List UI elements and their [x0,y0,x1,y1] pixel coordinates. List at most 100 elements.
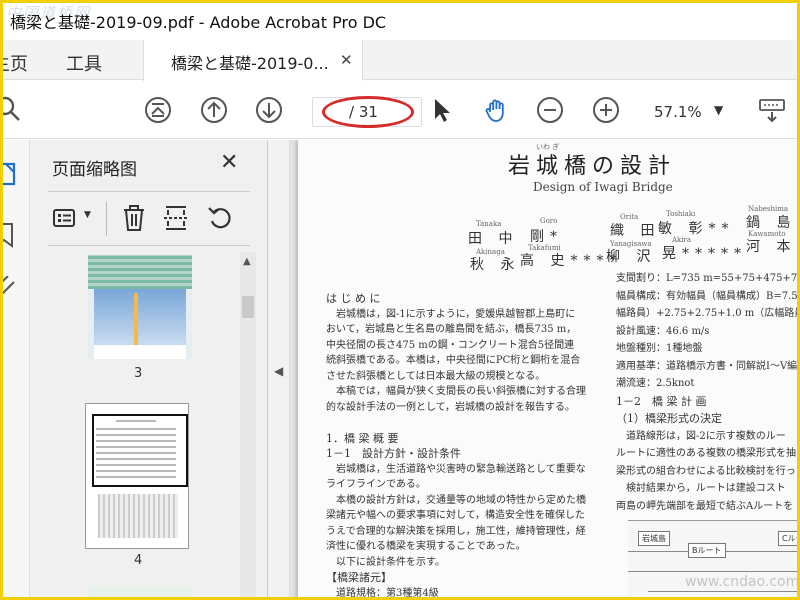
body-text-line: 以下に設計条件を示す。 [326,556,445,568]
page-thumbnails-icon[interactable] [0,162,22,186]
rotate-icon[interactable] [206,204,234,232]
author-romaji: Tanaka [476,220,502,228]
body-text-line: 道路線形は，図-2に示す複数のルー [616,430,786,442]
zoom-out-button[interactable] [535,95,565,125]
figure-label: Bルート [688,543,726,558]
search-icon[interactable] [0,95,24,125]
body-text-line: 続斜張橋である。本橋は，中央径間にPC桁と鋼桁を混合 [326,355,581,366]
chevron-down-icon: ▼ [714,103,724,117]
author-name: 鍋 島 [746,215,797,231]
body-text-line: 幅路員）+2.75+2.75+1.0 m（広幅路員 [616,308,800,319]
options-menu-icon[interactable] [52,204,80,232]
body-text-line: 梁形式の組合わせによる比較検討を行っ [616,465,796,477]
page-thumbnail-3[interactable] [88,255,192,359]
tab-bar: 主页 工具 [0,40,800,80]
body-text-line: 道路規格：第3種第4級 [326,587,439,599]
tab-tools[interactable]: 工具 [66,50,102,76]
body-text-line: 検討結果から，ルートは建設コスト [616,483,786,494]
thumbnail-panel: 页面缩略图 ✕ ▼ 3 4 ▲ [30,140,268,600]
body-text-line: 地盤種別：1種地盤 [616,343,703,354]
next-page-button[interactable] [254,95,284,125]
body-text-line: 本稿では，幅員が狭く支間長の長い斜張橋に対する合理 [326,386,586,397]
site-watermark: www.cndao.com [685,574,800,590]
body-text-line: 1－2 橋 梁 計 画 [616,394,707,408]
tab-document-label: 橋梁と基礎-2019-0... [171,54,329,73]
figure-label: Cルート [778,531,800,546]
close-tab-icon[interactable]: ✕ [340,51,353,69]
document-title: 岩城橋の設計 [508,154,677,179]
page-number-label: 4 [134,553,143,568]
page-thumbnail-4[interactable] [85,403,189,549]
toolbar-divider [106,202,107,236]
body-text-line: 設計風速：46.6 m/s [616,325,710,337]
zoom-select[interactable]: 57.1% ▼ [644,97,732,127]
page-number-label: 3 [134,366,143,381]
navigation-rail [0,140,30,600]
figure-label: 岩城島 [638,531,670,546]
scroll-up-icon[interactable]: ▲ [243,256,251,267]
chevron-down-icon: ▼ [84,210,91,220]
body-text-line: 適用基準：道路橋示方書・同解説Ⅰ～Ⅴ編 [616,360,798,372]
body-text-line: 的な設計手法の一例として，岩城橋の設計を報告する。 [326,401,575,413]
author-name: 織 田 [610,223,661,239]
delete-page-icon[interactable] [120,204,148,232]
thumbnail-image [94,289,186,345]
crop-page-icon[interactable] [162,204,190,232]
body-text-line: 【橋梁諸元】 [326,571,392,584]
pdf-page: いわ ぎ 岩城橋の設計 Design of Iwagi Bridge Tanak… [298,140,800,600]
body-text-line: させた斜張橋としては日本最大級の規模となる。 [326,370,546,382]
body-text-line: 岩城橋は，図-1に示すように，愛媛県越智郡上島町に [326,308,576,320]
tab-home[interactable]: 主页 [0,50,28,76]
scrollbar-thumb[interactable] [242,296,254,318]
tab-document[interactable]: 橋梁と基礎-2019-0... ✕ [143,40,363,81]
first-page-button[interactable] [143,95,173,125]
author-name: 秋 永 [470,257,521,273]
page-thumbnail-5[interactable] [88,586,192,600]
zoom-value: 57.1% [654,103,702,121]
annotation-ellipse [322,96,414,128]
body-text-line: 潮流速：2.5knot [616,378,695,389]
title-bar: 中国道桥网 橋梁と基礎-2019-09.pdf - Adobe Acrobat … [0,0,800,40]
body-text-line: 両島の岬先端部を最短で結ぶAルートを [616,500,794,512]
body-text-line: ライフラインである。 [326,479,426,490]
bookmark-icon[interactable] [0,222,22,248]
thumbnail-image [134,293,138,345]
thumbnail-image [90,408,188,544]
attachment-icon[interactable] [0,276,22,302]
author-name: 敏 彰** [658,221,735,237]
body-text-line: うえで合理的な解決策を採用し，施工性，維持管理性，経 [326,525,586,537]
author-romaji: Toshiaki [666,210,696,218]
document-subtitle: Design of Iwagi Bridge [533,180,673,194]
body-text-line: 1．橋 梁 概 要 [326,431,399,445]
body-text-line: ルートに適性のある複数の橋梁形式を抽 [616,448,796,459]
body-text-line: 幅員構成：有効幅員（幅員構成）B=7.5 m [616,290,800,302]
hand-tool-icon[interactable] [482,95,512,125]
author-name: 河 本 [746,239,797,255]
previous-page-button[interactable] [199,95,229,125]
thumbnail-toolbar: ▼ [48,191,250,246]
select-cursor-icon[interactable] [426,95,456,125]
author-name: 剛* [530,229,563,245]
thumbnail-image [88,255,192,289]
author-name: 晃***** [662,246,747,262]
thumbnail-scrollbar[interactable]: ▲ [240,252,256,600]
close-icon[interactable]: ✕ [220,150,238,175]
author-romaji: Goro [540,217,558,225]
body-text-line: 支間割り：L=735 m=55+75+475+75 [616,273,800,284]
zoom-in-button[interactable] [591,95,621,125]
panel-collapse-bar[interactable]: ◀ [268,140,290,600]
keyboard-tool-icon[interactable] [757,95,787,125]
toolbar: / 31 57.1% ▼ [0,81,800,139]
body-text-line: 梁諸元や幅への要求事項に対して，構造安全性を確保した [326,510,585,521]
window-title: 橋梁と基礎-2019-09.pdf - Adobe Acrobat Pro DC [10,13,387,32]
collapse-arrow-icon[interactable]: ◀ [274,364,283,378]
body-text-line: 1－1 設計方針・設計条件 [326,447,461,460]
body-text-line: 本橋の設計方針は，交通量等の地域の特性から定めた橋 [326,494,586,506]
author-name: 田 中 [468,231,519,247]
body-text-line: おいて，岩城島と生名島の離島間を結ぶ，橋長735 m， [326,324,577,335]
document-viewer[interactable]: いわ ぎ 岩城橋の設計 Design of Iwagi Bridge Tanak… [290,140,800,600]
body-text-line: 中央径間の長さ475 mの鋼・コンクリート混合5径間連 [326,339,575,351]
author-name: 柳 沢 [606,249,657,265]
thumbnail-image [94,345,186,359]
body-text-line: （1）橋梁形式の決定 [616,412,722,425]
